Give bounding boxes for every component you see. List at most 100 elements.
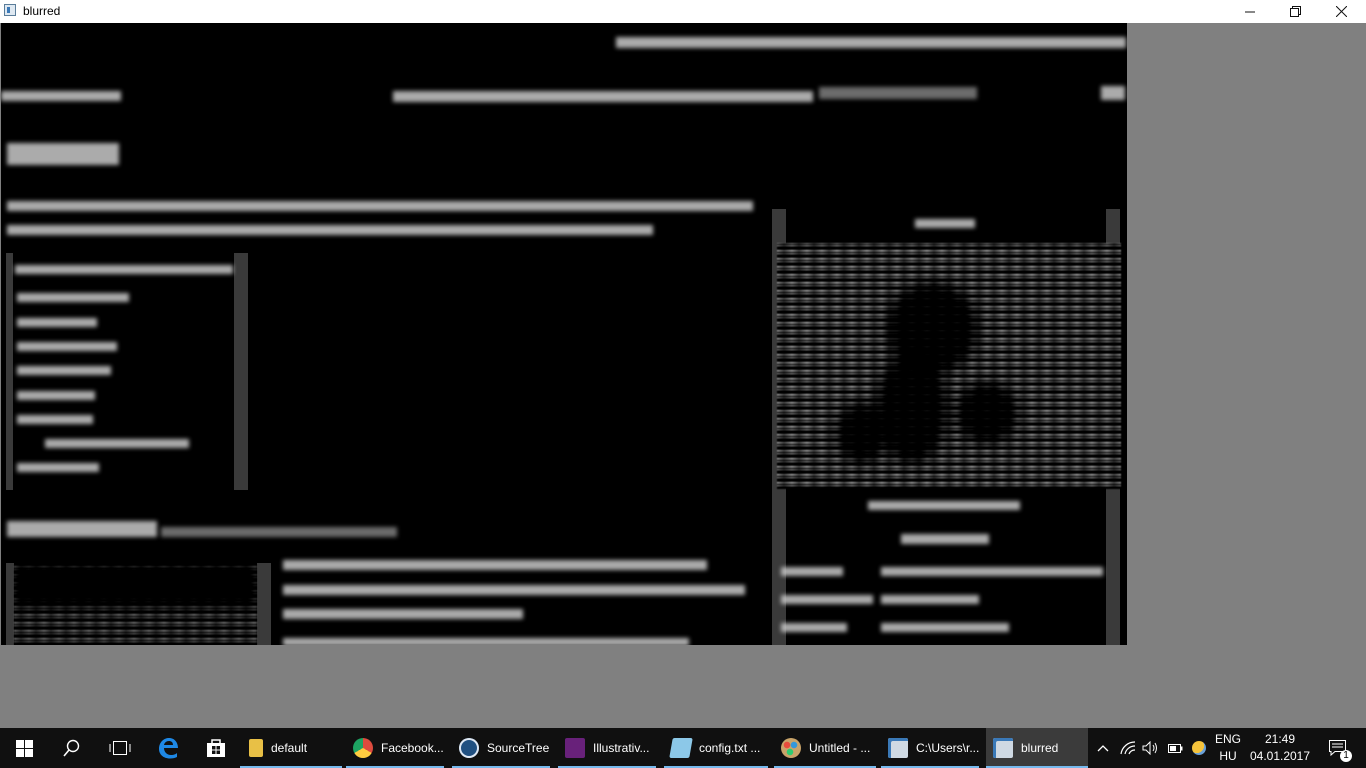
- taskbar-item-label: Illustrativ...: [593, 741, 650, 755]
- blurred-infobox-value: [881, 595, 979, 604]
- task-view-icon: [109, 741, 131, 755]
- close-button[interactable]: [1318, 0, 1364, 23]
- blurred-toc-item: [45, 439, 189, 448]
- clock[interactable]: 21:49 04.01.2017: [1248, 731, 1312, 765]
- blurred-toc-item: [17, 293, 129, 302]
- taskbar-item-cmd-path[interactable]: C:\Users\r...: [881, 728, 979, 768]
- volume-button[interactable]: [1140, 728, 1162, 768]
- sourcetree-icon: [459, 738, 479, 758]
- windows-logo-icon: [15, 739, 33, 757]
- restore-button[interactable]: [1272, 0, 1318, 23]
- figure-border: [6, 563, 14, 645]
- taskbar-item-label: default: [271, 741, 308, 755]
- notepad-icon: [669, 738, 693, 758]
- show-hidden-icons-button[interactable]: [1092, 728, 1114, 768]
- clock-time: 21:49: [1264, 732, 1296, 746]
- taskbar-item-default[interactable]: default: [240, 728, 342, 768]
- blurred-toc-item: [17, 415, 93, 424]
- blurred-toc-title: [15, 265, 233, 274]
- input-language-indicator[interactable]: ENG HU: [1211, 731, 1245, 765]
- taskbar-item-blurred[interactable]: blurred: [986, 728, 1088, 768]
- blurred-header-text: [616, 37, 1126, 48]
- blurred-image-caption: [868, 501, 1020, 510]
- app-window-icon: [993, 738, 1013, 758]
- blurred-search-box: [819, 87, 977, 99]
- blurred-infobox-value: [881, 567, 1103, 576]
- window-title: blurred: [23, 4, 61, 18]
- edge-icon: [159, 738, 178, 759]
- power-button[interactable]: [1164, 728, 1186, 768]
- blurred-paragraph-line: [283, 585, 745, 595]
- search-button[interactable]: [48, 728, 96, 768]
- app-window-icon: [888, 738, 908, 758]
- toc-border: [6, 253, 13, 490]
- blurred-page-image: [1, 23, 1127, 645]
- blurred-infobox-key: [781, 567, 843, 576]
- battery-plug-icon: [1168, 744, 1183, 753]
- blurred-section-edit-link: [161, 527, 397, 537]
- taskbar-item-sourcetree[interactable]: SourceTree: [452, 728, 550, 768]
- chevron-up-icon: [1097, 745, 1109, 752]
- start-button[interactable]: [0, 728, 48, 768]
- blurred-infobox-value: [881, 623, 1009, 632]
- blurred-heading: [7, 143, 119, 165]
- blurred-paragraph-line: [283, 560, 707, 570]
- blurred-intro-line: [7, 201, 753, 211]
- blurred-toc-item: [17, 366, 111, 375]
- app-icon: [4, 4, 16, 16]
- search-icon: [63, 739, 80, 757]
- blurred-toc-item: [17, 391, 95, 400]
- minimize-button[interactable]: [1227, 0, 1273, 23]
- blurred-toc-item: [17, 342, 117, 351]
- blurred-section-image: [14, 565, 257, 645]
- store-icon: [207, 739, 225, 757]
- minimize-icon: [1245, 11, 1255, 12]
- blurred-intro-line: [7, 225, 653, 235]
- visual-studio-icon: [565, 738, 585, 758]
- paint-icon: [781, 738, 801, 758]
- speaker-icon: [1142, 741, 1157, 755]
- taskbar-item-label: config.txt ...: [699, 741, 761, 755]
- wifi-icon: [1120, 741, 1136, 755]
- blurred-toc-item: [17, 463, 99, 472]
- task-view-button[interactable]: [96, 728, 144, 768]
- blurred-toc-item: [17, 318, 97, 327]
- taskbar-item-label: Untitled - ...: [809, 741, 871, 755]
- language-code: ENG: [1214, 732, 1241, 746]
- blurred-logo-text: [1, 91, 121, 101]
- blurred-infobox-key: [781, 623, 847, 632]
- blurred-infobox-subtitle: [901, 534, 989, 544]
- taskbar-item-config[interactable]: config.txt ...: [664, 728, 768, 768]
- blurred-infobox-image: [777, 243, 1121, 489]
- taskbar-item-label: C:\Users\r...: [916, 741, 980, 755]
- edge-button[interactable]: [144, 728, 192, 768]
- blurred-paragraph-line: [283, 638, 689, 645]
- folder-icon: [249, 739, 263, 757]
- store-button[interactable]: [192, 728, 240, 768]
- weather-app-button[interactable]: [1188, 728, 1210, 768]
- close-icon: [1335, 6, 1347, 17]
- keyboard-layout-code: HU: [1219, 749, 1237, 763]
- restore-icon: [1289, 6, 1301, 17]
- window-titlebar: blurred: [0, 0, 1366, 23]
- blurred-search-button: [1101, 86, 1125, 100]
- taskbar-item-label: SourceTree: [487, 741, 550, 755]
- blurred-infobox-title: [915, 219, 975, 228]
- chrome-icon: [353, 738, 373, 758]
- toc-border: [234, 253, 248, 490]
- taskbar-item-untitled[interactable]: Untitled - ...: [774, 728, 876, 768]
- network-button[interactable]: [1117, 728, 1139, 768]
- taskbar: default Facebook... SourceTree Illustrat…: [0, 728, 1366, 768]
- taskbar-item-illustrativ[interactable]: Illustrativ...: [558, 728, 656, 768]
- taskbar-item-facebook[interactable]: Facebook...: [346, 728, 444, 768]
- blurred-infobox-key: [781, 595, 873, 604]
- taskbar-item-label: Facebook...: [381, 741, 444, 755]
- figure-border: [257, 563, 271, 645]
- taskbar-item-label: blurred: [1021, 741, 1059, 755]
- clock-date: 04.01.2017: [1249, 749, 1311, 763]
- notification-count-badge: 1: [1340, 750, 1352, 762]
- blurred-nav-links: [393, 91, 813, 102]
- sun-cloud-icon: [1192, 741, 1206, 755]
- action-center-button[interactable]: 1: [1318, 728, 1358, 768]
- blurred-paragraph-line: [283, 609, 523, 619]
